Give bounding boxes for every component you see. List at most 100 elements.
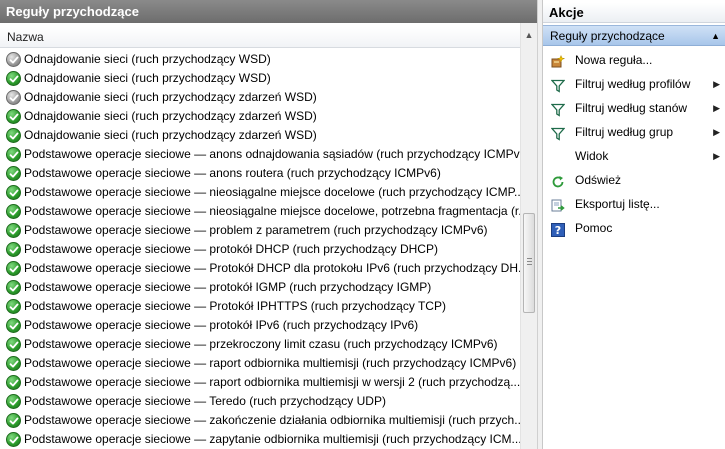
- enabled-check-icon: [6, 318, 21, 333]
- action-label: Widok: [575, 149, 609, 163]
- action-label: Filtruj według profilów: [575, 77, 691, 91]
- rule-row[interactable]: Podstawowe operacje sieciowe — przekrocz…: [0, 335, 520, 354]
- rule-name: Podstawowe operacje sieciowe — raport od…: [24, 356, 517, 370]
- rule-name: Podstawowe operacje sieciowe — zakończen…: [24, 413, 520, 427]
- rule-name: Podstawowe operacje sieciowe — nieosiąga…: [24, 185, 520, 199]
- action-item[interactable]: Filtruj według profilów ▶: [543, 72, 725, 96]
- enabled-check-icon: [6, 356, 21, 371]
- rule-row[interactable]: Odnajdowanie sieci (ruch przychodzący zd…: [0, 126, 520, 145]
- column-header-label: Nazwa: [7, 30, 44, 44]
- actions-section-header[interactable]: Reguły przychodzące ▲: [543, 25, 725, 46]
- enabled-check-icon: [6, 204, 21, 219]
- enabled-check-icon: [6, 185, 21, 200]
- rule-name: Odnajdowanie sieci (ruch przychodzący WS…: [24, 71, 271, 85]
- rule-name: Podstawowe operacje sieciowe — raport od…: [24, 375, 520, 389]
- enabled-check-icon: [6, 242, 21, 257]
- enabled-check-icon: [6, 109, 21, 124]
- action-label: Odśwież: [575, 173, 622, 187]
- action-item[interactable]: Filtruj według stanów ▶: [543, 96, 725, 120]
- rule-row[interactable]: Odnajdowanie sieci (ruch przychodzący WS…: [0, 50, 520, 69]
- action-item[interactable]: Eksportuj listę...: [543, 192, 725, 216]
- rule-row[interactable]: Podstawowe operacje sieciowe — protokół …: [0, 240, 520, 259]
- enabled-check-icon: [6, 394, 21, 409]
- collapse-arrow-icon[interactable]: ▲: [711, 26, 720, 47]
- enabled-check-icon: [6, 337, 21, 352]
- rule-row[interactable]: Podstawowe operacje sieciowe — problem z…: [0, 221, 520, 240]
- rule-row[interactable]: Podstawowe operacje sieciowe — zapytanie…: [0, 430, 520, 449]
- rule-row[interactable]: Podstawowe operacje sieciowe — protokół …: [0, 316, 520, 335]
- filter-icon: [550, 125, 566, 141]
- rule-name: Podstawowe operacje sieciowe — przekrocz…: [24, 337, 498, 351]
- rule-row[interactable]: Podstawowe operacje sieciowe — anons odn…: [0, 145, 520, 164]
- filter-icon: [550, 77, 566, 93]
- disabled-check-icon: [6, 52, 21, 67]
- enabled-check-icon: [6, 223, 21, 238]
- rule-name: Podstawowe operacje sieciowe — Protokół …: [24, 261, 520, 275]
- rule-row[interactable]: Odnajdowanie sieci (ruch przychodzący WS…: [0, 69, 520, 88]
- actions-title: Akcje: [543, 3, 725, 23]
- enabled-check-icon: [6, 413, 21, 428]
- rule-name: Podstawowe operacje sieciowe — zapytanie…: [24, 432, 520, 446]
- new-rule-icon: [551, 53, 566, 68]
- action-item[interactable]: Widok ▶: [543, 144, 725, 168]
- svg-text:?: ?: [555, 224, 561, 237]
- rule-row[interactable]: Podstawowe operacje sieciowe — nieosiąga…: [0, 202, 520, 221]
- enabled-check-icon: [6, 147, 21, 162]
- rule-row[interactable]: Podstawowe operacje sieciowe — Protokół …: [0, 259, 520, 278]
- rule-name: Podstawowe operacje sieciowe — Teredo (r…: [24, 394, 386, 408]
- help-icon: ?: [551, 221, 565, 237]
- rule-row[interactable]: Podstawowe operacje sieciowe — protokół …: [0, 278, 520, 297]
- rule-name: Odnajdowanie sieci (ruch przychodzący zd…: [24, 109, 317, 123]
- submenu-arrow-icon: ▶: [713, 79, 720, 89]
- rule-name: Podstawowe operacje sieciowe — problem z…: [24, 223, 488, 237]
- action-label: Filtruj według grup: [575, 125, 674, 139]
- rule-name: Podstawowe operacje sieciowe — anons odn…: [24, 147, 520, 161]
- rule-row[interactable]: Podstawowe operacje sieciowe — raport od…: [0, 373, 520, 392]
- rule-row[interactable]: Odnajdowanie sieci (ruch przychodzący zd…: [0, 88, 520, 107]
- rule-row[interactable]: Podstawowe operacje sieciowe — raport od…: [0, 354, 520, 373]
- rule-name: Podstawowe operacje sieciowe — Protokół …: [24, 299, 446, 313]
- action-label: Filtruj według stanów: [575, 101, 688, 115]
- rule-row[interactable]: Podstawowe operacje sieciowe — anons rou…: [0, 164, 520, 183]
- action-item[interactable]: Odśwież: [543, 168, 725, 192]
- rule-name: Podstawowe operacje sieciowe — protokół …: [24, 242, 438, 256]
- rules-pane: Reguły przychodzące Nazwa Odnajdowanie s…: [0, 0, 537, 449]
- actions-list: Nowa reguła... Filtruj według profilów ▶ Fi…: [543, 48, 725, 240]
- submenu-arrow-icon: ▶: [713, 103, 720, 113]
- enabled-check-icon: [6, 71, 21, 86]
- enabled-check-icon: [6, 166, 21, 181]
- rule-row[interactable]: Podstawowe operacje sieciowe — Teredo (r…: [0, 392, 520, 411]
- rule-name: Odnajdowanie sieci (ruch przychodzący zd…: [24, 128, 317, 142]
- export-icon: [551, 197, 565, 212]
- submenu-arrow-icon: ▶: [713, 127, 720, 137]
- column-header-name[interactable]: Nazwa: [0, 27, 520, 48]
- actions-section-label: Reguły przychodzące: [550, 29, 665, 43]
- rule-row[interactable]: Podstawowe operacje sieciowe — Protokół …: [0, 297, 520, 316]
- submenu-arrow-icon: ▶: [713, 151, 720, 161]
- pane-title: Reguły przychodzące: [0, 0, 537, 23]
- rule-name: Podstawowe operacje sieciowe — nieosiąga…: [24, 204, 520, 218]
- action-label: Pomoc: [575, 221, 613, 235]
- action-item[interactable]: Filtruj według grup ▶: [543, 120, 725, 144]
- filter-icon: [550, 101, 566, 117]
- action-item[interactable]: Nowa reguła...: [543, 48, 725, 72]
- refresh-icon: [551, 173, 565, 188]
- enabled-check-icon: [6, 280, 21, 295]
- rule-name: Odnajdowanie sieci (ruch przychodzący WS…: [24, 52, 271, 66]
- actions-pane: Akcje Reguły przychodzące ▲ Nowa reguła.…: [542, 0, 725, 449]
- rule-row[interactable]: Podstawowe operacje sieciowe — nieosiąga…: [0, 183, 520, 202]
- action-item[interactable]: ? Pomoc: [543, 216, 725, 240]
- rule-name: Podstawowe operacje sieciowe — protokół …: [24, 318, 419, 332]
- scroll-thumb[interactable]: [523, 213, 535, 313]
- vertical-scrollbar[interactable]: ▲: [520, 23, 537, 449]
- rule-name: Odnajdowanie sieci (ruch przychodzący zd…: [24, 90, 317, 104]
- action-label: Nowa reguła...: [575, 53, 653, 67]
- action-label: Eksportuj listę...: [575, 197, 660, 211]
- enabled-check-icon: [6, 375, 21, 390]
- enabled-check-icon: [6, 261, 21, 276]
- rules-list: Odnajdowanie sieci (ruch przychodzący WS…: [0, 50, 520, 449]
- rule-row[interactable]: Odnajdowanie sieci (ruch przychodzący zd…: [0, 107, 520, 126]
- scroll-up-arrow-icon[interactable]: ▲: [521, 27, 537, 43]
- rule-row[interactable]: Podstawowe operacje sieciowe — zakończen…: [0, 411, 520, 430]
- disabled-check-icon: [6, 90, 21, 105]
